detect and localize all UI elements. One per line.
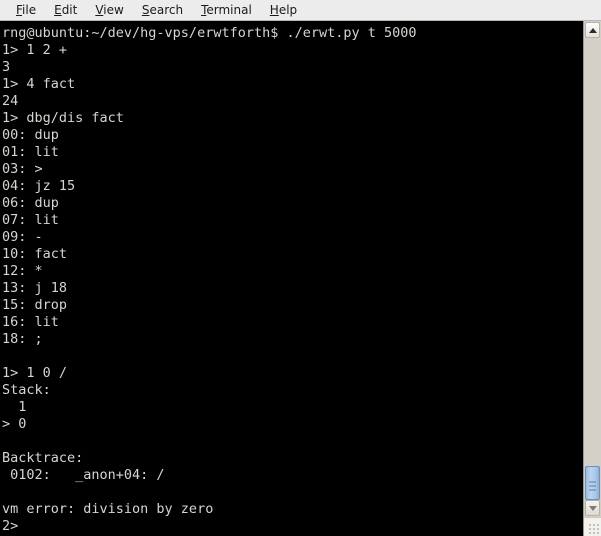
scrollbar-thumb-grip-icon [589,479,596,491]
terminal-line: 1> dbg/dis fact [2,110,124,126]
terminal-window: File Edit View Search Terminal Help rng@… [0,0,601,536]
terminal-screen[interactable]: rng@ubuntu:~/dev/hg-vps/erwtforth$ ./erw… [0,21,583,536]
menu-help[interactable]: Help [261,0,306,20]
terminal-line: 07: lit [2,212,59,228]
terminal-line: 1> 1 0 / [2,365,68,381]
terminal-line: 1> 4 fact [2,76,76,92]
menu-view[interactable]: View [86,0,132,20]
triangle-up-icon [588,27,597,33]
terminal-line: 10: fact [2,246,68,262]
terminal-line: 09: - [2,229,43,245]
terminal-line: 13: j 18 [2,280,68,296]
terminal-line: 04: jz 15 [2,178,76,194]
terminal-line: 24 [2,93,19,109]
menubar: File Edit View Search Terminal Help [0,0,601,21]
terminal-line: 06: dup [2,195,59,211]
scroll-up-button[interactable] [585,22,600,38]
menu-file[interactable]: File [7,0,45,20]
terminal-line: 3 [2,59,11,75]
terminal-line: 1> 1 2 + [2,42,68,58]
terminal-line: 00: dup [2,127,59,143]
terminal-line: 18: ; [2,331,43,347]
terminal-line: 12: * [2,263,43,279]
terminal-scrollbar[interactable] [583,21,601,536]
window-resize-grip[interactable] [584,517,601,536]
terminal-line: 01: lit [2,144,59,160]
terminal-line: 03: > [2,161,43,177]
terminal-line: Stack: [2,382,51,398]
menu-terminal[interactable]: Terminal [192,0,261,20]
terminal-line: rng@ubuntu:~/dev/hg-vps/erwtforth$ ./erw… [2,25,417,41]
terminal-line: 0102: _anon+04: / [2,467,165,483]
terminal-line: vm error: division by zero [2,501,214,517]
menu-edit[interactable]: Edit [45,0,86,20]
resize-grip-icon [587,522,599,534]
terminal-line: 16: lit [2,314,59,330]
terminal-line: 1 [2,399,27,415]
triangle-down-icon [588,505,597,511]
terminal-body: rng@ubuntu:~/dev/hg-vps/erwtforth$ ./erw… [0,21,601,536]
terminal-line: > 0 [2,416,27,432]
terminal-line: Backtrace: [2,450,84,466]
scroll-down-button[interactable] [585,500,600,516]
terminal-line: 15: drop [2,297,68,313]
terminal-line: 2> [2,518,19,534]
scrollbar-thumb[interactable] [585,466,600,500]
scrollbar-trough[interactable] [584,38,601,500]
menu-search[interactable]: Search [133,0,192,20]
